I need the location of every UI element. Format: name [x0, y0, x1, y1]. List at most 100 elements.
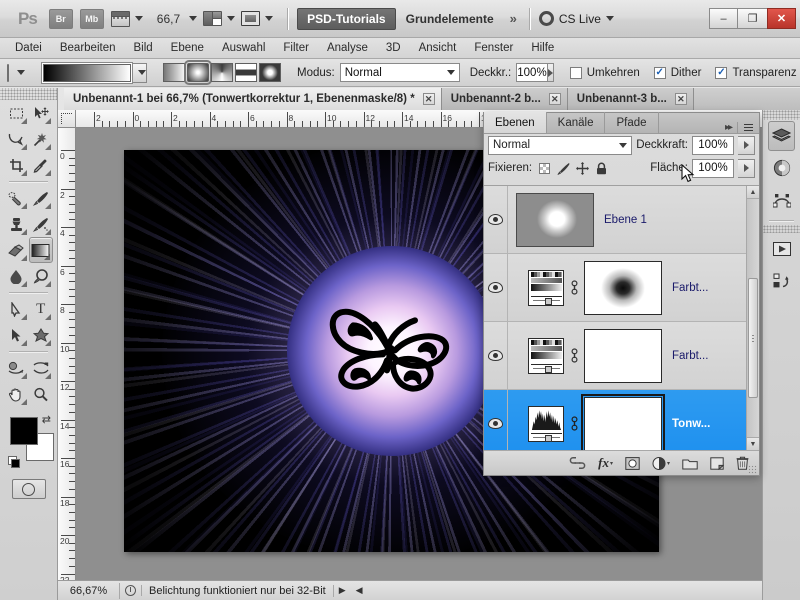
link-layers-button[interactable]	[569, 457, 586, 469]
eraser-tool[interactable]	[4, 237, 29, 263]
tab-pfade[interactable]: Pfade	[605, 112, 659, 133]
table-row[interactable]: Farbt...	[484, 322, 759, 390]
status-info-icon[interactable]	[120, 585, 142, 596]
layers-dock-icon[interactable]	[768, 121, 795, 151]
zoom-tool[interactable]	[29, 381, 54, 407]
color-dock-icon[interactable]	[763, 152, 800, 184]
layer-opacity-slider-button[interactable]	[738, 135, 755, 155]
type-tool[interactable]: T	[29, 296, 54, 322]
layer-thumbnail[interactable]	[516, 192, 594, 247]
reflected-gradient-button[interactable]	[235, 63, 257, 82]
paths-dock-icon[interactable]	[763, 184, 800, 216]
mask-link-icon[interactable]	[567, 280, 581, 295]
layer-mask-thumbnail[interactable]	[584, 260, 662, 315]
hand-tool[interactable]	[4, 381, 29, 407]
transparency-checkbox[interactable]: ✓ Transparenz	[715, 66, 797, 79]
radial-gradient-button[interactable]	[184, 60, 212, 85]
layer-visibility-toggle[interactable]	[484, 390, 508, 450]
reverse-checkbox[interactable]: Umkehren	[569, 66, 640, 79]
roll-3d-camera-tool[interactable]	[29, 355, 54, 381]
new-group-button[interactable]	[682, 457, 698, 470]
layer-mask-thumbnail[interactable]	[584, 328, 662, 383]
status-expand-icon[interactable]: ▶	[334, 585, 351, 596]
pen-tool[interactable]	[4, 296, 29, 322]
layer-fill-input[interactable]: 100%	[692, 158, 734, 178]
layer-style-button[interactable]: fx ▾	[598, 455, 613, 471]
adjustment-layer-thumbnail[interactable]	[528, 269, 564, 306]
blend-mode-select[interactable]: Normal	[339, 63, 460, 82]
close-icon[interactable]: ✕	[548, 93, 561, 105]
path-selection-tool[interactable]	[4, 322, 29, 348]
actions-dock-icon[interactable]	[763, 233, 800, 265]
gradient-tool[interactable]	[28, 237, 53, 263]
ruler-corner[interactable]	[58, 110, 76, 128]
swap-colors-icon[interactable]: ⇄	[42, 413, 51, 426]
lock-position-icon[interactable]	[575, 161, 589, 175]
crop-tool[interactable]	[4, 152, 29, 178]
gradient-picker-dropdown[interactable]	[133, 62, 147, 83]
menu-ansicht[interactable]: Ansicht	[410, 40, 466, 56]
marquee-tool[interactable]	[4, 100, 29, 126]
document-tab-1[interactable]: Unbenannt-1 bei 66,7% (Tonwertkorrektur …	[64, 88, 442, 110]
document-tab-2[interactable]: Unbenannt-2 b... ✕	[441, 88, 568, 110]
close-button[interactable]: ✕	[767, 8, 796, 29]
table-row[interactable]: Ebene 1	[484, 186, 759, 254]
menu-filter[interactable]: Filter	[274, 40, 318, 56]
workspace-more-icon[interactable]: »	[504, 11, 521, 26]
default-colors-icon[interactable]	[8, 456, 20, 468]
mask-link-icon[interactable]	[567, 416, 581, 431]
menu-datei[interactable]: Datei	[6, 40, 51, 56]
angle-gradient-button[interactable]	[211, 63, 233, 82]
menu-3d[interactable]: 3D	[377, 40, 410, 56]
scroll-up-button[interactable]: ▲	[747, 186, 759, 199]
gradient-preview-swatch[interactable]	[43, 63, 131, 82]
opacity-input[interactable]: 100%	[516, 63, 548, 82]
workspace-grundelemente[interactable]: Grundelemente	[396, 8, 504, 30]
tool-preset-chevron-down-icon[interactable]	[17, 70, 25, 75]
new-layer-button[interactable]	[710, 456, 724, 470]
scroll-down-button[interactable]: ▼	[747, 437, 759, 450]
blur-tool[interactable]	[4, 263, 29, 289]
menu-fenster[interactable]: Fenster	[465, 40, 522, 56]
tab-ebenen[interactable]: Ebenen	[484, 112, 547, 133]
workspace-psd-tutorials[interactable]: PSD-Tutorials	[297, 7, 396, 30]
adjustment-layer-thumbnail[interactable]	[528, 405, 564, 442]
clone-stamp-tool[interactable]	[4, 211, 29, 237]
rotate-3d-tool[interactable]	[4, 355, 29, 381]
eyedropper-tool[interactable]	[29, 152, 54, 178]
vertical-ruler[interactable]: 0246810121416182022	[58, 128, 76, 600]
layer-mask-button[interactable]	[625, 456, 640, 471]
lock-transparent-pixels-icon[interactable]	[537, 161, 551, 175]
layer-mask-thumbnail[interactable]	[581, 393, 665, 450]
restore-button[interactable]: ❐	[738, 8, 767, 29]
layer-visibility-toggle[interactable]	[484, 322, 508, 389]
layers-scrollbar[interactable]: ▲ ▼	[746, 186, 759, 450]
lasso-tool[interactable]	[4, 126, 29, 152]
zoom-level-dropdown[interactable]: 66,7	[149, 12, 198, 26]
adjustment-layer-button[interactable]: ▾	[652, 456, 670, 471]
menu-analyse[interactable]: Analyse	[318, 40, 377, 56]
mini-bridge-icon[interactable]: Mb	[79, 8, 104, 29]
dodge-tool[interactable]	[29, 263, 54, 289]
move-tool[interactable]	[29, 100, 54, 126]
status-resize-icon[interactable]: ◀	[351, 585, 368, 596]
collapse-panel-icon[interactable]: ▸▸	[725, 122, 733, 133]
layer-visibility-toggle[interactable]	[484, 186, 508, 253]
minimize-button[interactable]: –	[709, 8, 738, 29]
cs-live-menu[interactable]: CS Live	[538, 11, 614, 26]
close-icon[interactable]: ✕	[422, 93, 435, 105]
tools-panel-grip[interactable]	[0, 88, 57, 100]
mask-link-icon[interactable]	[567, 348, 581, 363]
menu-hilfe[interactable]: Hilfe	[522, 40, 563, 56]
panel-menu-icon[interactable]	[744, 124, 753, 131]
screen-mode-dropdown[interactable]	[241, 11, 274, 26]
diamond-gradient-button[interactable]	[259, 63, 281, 82]
arrange-documents-dropdown[interactable]	[203, 11, 236, 26]
menu-bearbeiten[interactable]: Bearbeiten	[51, 40, 125, 56]
menu-ebene[interactable]: Ebene	[162, 40, 213, 56]
adjustment-layer-thumbnail[interactable]	[528, 337, 564, 374]
dock-grip[interactable]	[763, 110, 800, 120]
dock-grip-2[interactable]	[763, 225, 800, 233]
linear-gradient-button[interactable]	[163, 63, 185, 82]
layer-list[interactable]: Ebene 1 Farbt... Farbt... Tonw... ▲ ▼	[484, 185, 759, 450]
